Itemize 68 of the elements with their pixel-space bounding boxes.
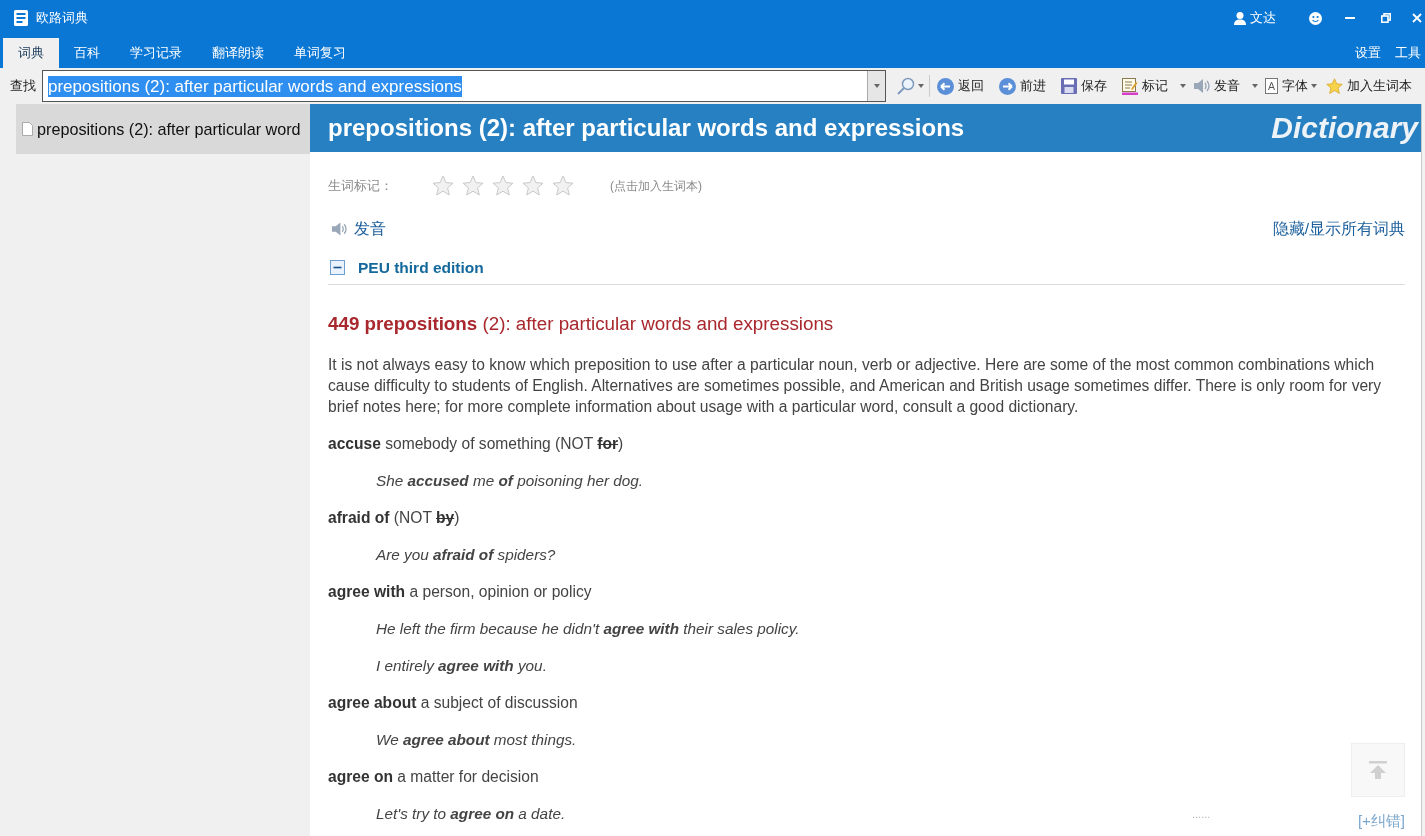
person-icon[interactable] [1234,11,1246,25]
back-to-top-button[interactable] [1351,743,1405,797]
toolbar-button[interactable]: 保存 [1061,74,1107,98]
example-sentence: Let's try to agree on a date. [376,804,566,824]
word-mark-hint: (点击加入生词本) [610,177,702,195]
caret-icon [918,84,924,88]
search-label: 查找 [10,77,36,95]
toolbar-button[interactable]: 标记 [1122,74,1186,98]
font-page-icon [1265,78,1278,94]
word-list-item[interactable]: prepositions (2): after particular word [16,104,310,154]
toolbar-button[interactable]: 返回 [937,74,984,98]
nav-tab[interactable]: 百科 [59,38,115,68]
restore-icon [1381,13,1391,23]
dictionary-label: Dictionary [1271,111,1418,145]
caret-icon [1180,84,1186,88]
collapse-toggle[interactable] [330,260,345,275]
nav-tab[interactable]: 学习记录 [115,38,197,68]
nav-tab[interactable]: 词典 [3,38,59,68]
app-logo-icon [14,10,28,26]
nav-tab[interactable]: 翻译朗读 [197,38,279,68]
star-icon[interactable] [432,175,454,197]
app-title: 欧路词典 [36,9,88,27]
example-sentence: We agree about most things. [376,730,577,750]
close-icon [1412,13,1422,23]
smiley-icon [1309,11,1322,25]
speaker-icon[interactable] [331,221,347,237]
speaker-icon [1193,78,1210,94]
notepad-pencil-icon [1122,77,1138,95]
star-icon[interactable] [552,175,574,197]
example-sentence: I entirely agree with you. [376,656,547,676]
toolbar-button[interactable]: 前进 [999,74,1046,98]
minimize-icon [1345,17,1355,19]
example-sentence: He left the firm because he didn't agree with their sales policy. [376,619,800,639]
dropdown-button[interactable] [867,71,885,101]
menu-link[interactable]: 设置 [1355,44,1381,62]
minus-box-icon [330,260,345,275]
example-sentence: She accused me of poisoning her dog. [376,471,644,491]
star-icon [1326,77,1343,95]
star-icon[interactable] [462,175,484,197]
search-text: prepositions (2): after particular words and expressions [48,75,462,97]
usage-line: agree on a matter for decision [328,767,539,787]
nav-tab[interactable]: 单词复习 [279,38,361,68]
caret-icon [1311,84,1317,88]
pronounce-link[interactable]: 发音 [354,218,386,240]
star-icon[interactable] [492,175,514,197]
word-mark-label: 生词标记： [328,177,394,195]
caret-icon [1252,84,1258,88]
menu-link[interactable]: 工具 [1395,44,1421,62]
page-icon [22,122,33,136]
more-marker: ...... [1192,808,1211,820]
section-title: PEU third edition [358,258,484,277]
example-sentence: Are you afraid of spiders? [376,545,556,565]
caret-icon [873,84,880,88]
search-icon [897,77,915,95]
user-name[interactable]: 文达 [1250,9,1276,27]
headword-title: prepositions (2): after particular words and expressions [328,114,965,142]
star-icon[interactable] [522,175,544,197]
toolbar-button[interactable]: 加入生词本 [1326,74,1412,98]
toolbar-button[interactable]: 发音 [1193,74,1258,98]
usage-line: agree with a person, opinion or policy [328,582,592,602]
toggle-dictionaries-link[interactable]: 隐藏/显示所有词典 [1272,218,1405,240]
usage-line: afraid of (NOT by) [328,508,460,528]
arrow-up-icon [1368,761,1388,779]
intro-paragraph: It is not always easy to know which preposition to use after a particular noun, verb or adjective. Here are some of the most common combinations which cause difficulty to students of English. Alternatives are sometimes possible, and American and British usage sometimes differ. There is only room for very brief notes here; for more complete information about usage with a particular word, consult a good dictionary. [328,355,1383,417]
entry-heading: 449 prepositions (2): after particular words and expressions [328,312,834,336]
usage-line: accuse somebody of something (NOT for) [328,434,624,454]
toolbar-button[interactable]: 字体 [1265,74,1317,98]
usage-line: agree about a subject of discussion [328,693,578,713]
